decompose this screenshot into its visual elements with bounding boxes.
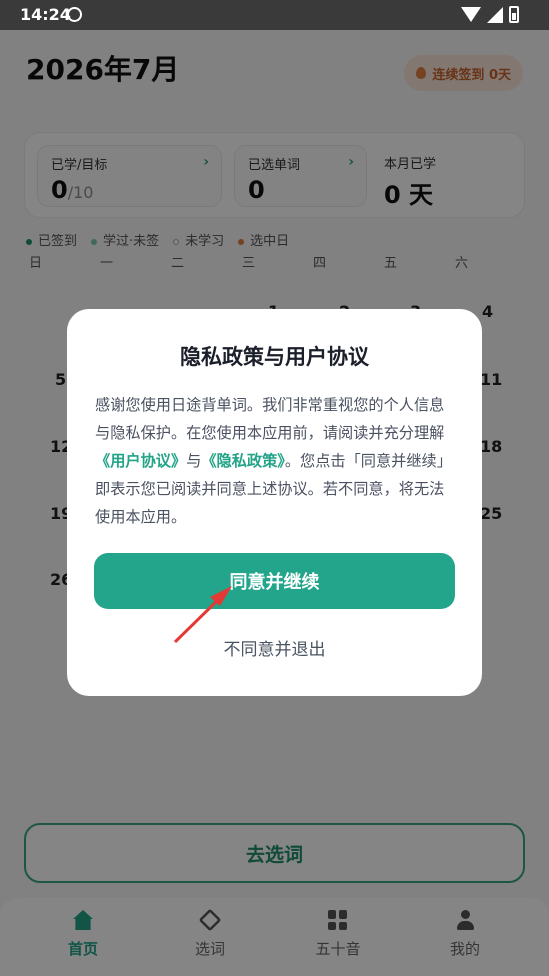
notification-icon bbox=[67, 7, 82, 22]
user-agreement-link[interactable]: 《用户协议》 bbox=[95, 452, 186, 470]
agree-continue-button[interactable]: 同意并继续 bbox=[94, 553, 455, 609]
battery-icon bbox=[509, 6, 519, 23]
privacy-policy-link[interactable]: 《隐私政策》 bbox=[201, 452, 285, 470]
status-bar: 14:24 bbox=[0, 0, 549, 30]
decline-exit-button[interactable]: 不同意并退出 bbox=[67, 635, 482, 660]
system-icons bbox=[461, 6, 519, 23]
wifi-icon bbox=[461, 7, 481, 22]
dialog-title: 隐私政策与用户协议 bbox=[180, 345, 369, 369]
privacy-dialog: 隐私政策与用户协议 感谢您使用日途背单词。我们非常重视您的个人信息与隐私保护。在… bbox=[67, 309, 482, 696]
status-time: 14:24 bbox=[20, 5, 71, 24]
dialog-body: 感谢您使用日途背单词。我们非常重视您的个人信息与隐私保护。在您使用本应用前，请阅… bbox=[95, 396, 452, 526]
signal-icon bbox=[487, 6, 503, 23]
